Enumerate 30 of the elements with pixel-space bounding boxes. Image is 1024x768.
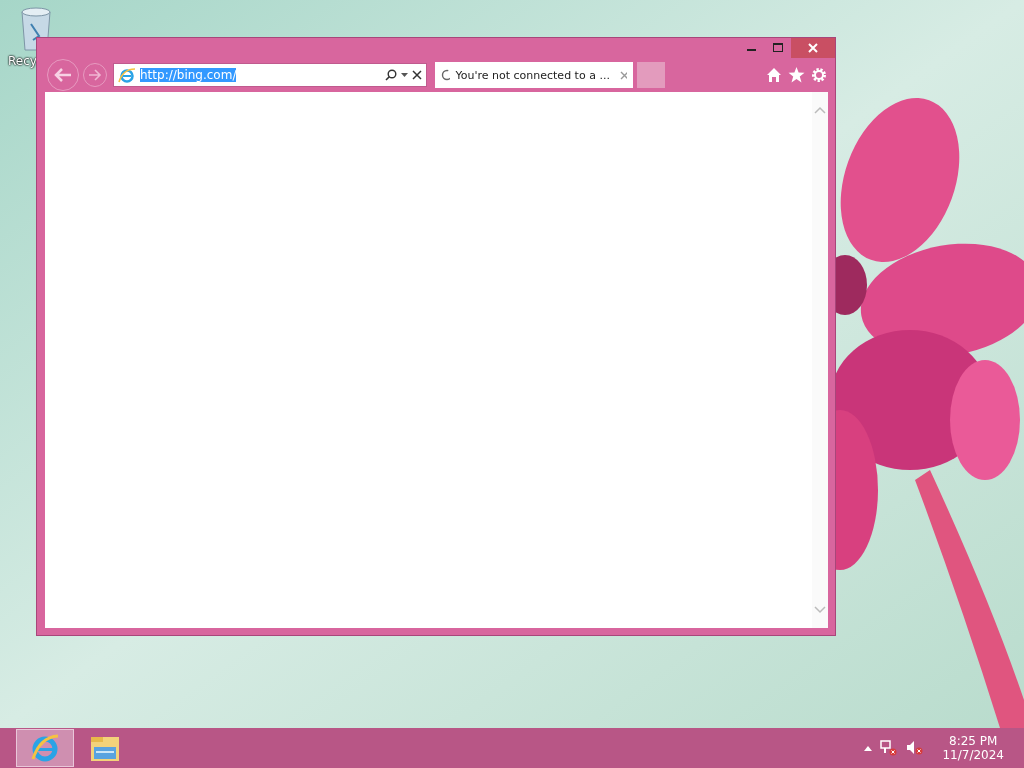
close-tab-icon[interactable]	[619, 70, 627, 80]
stop-icon[interactable]	[412, 70, 422, 80]
back-arrow-icon	[53, 67, 73, 83]
taskbar-button[interactable]	[16, 729, 74, 767]
forward-button[interactable]	[83, 63, 107, 87]
settings-icon[interactable]	[811, 67, 827, 83]
browser-icon	[30, 733, 60, 763]
loading-icon	[441, 69, 451, 81]
desktop-icon-label: Recy	[8, 54, 37, 68]
close-icon	[808, 43, 818, 53]
address-bar[interactable]: http://bing.com/	[113, 63, 427, 87]
speaker-muted-icon[interactable]	[906, 740, 925, 756]
dropdown-icon[interactable]	[401, 73, 408, 77]
browser-tab[interactable]: You're not connected to a ...	[435, 62, 633, 88]
tab-title: You're not connected to a ...	[455, 68, 610, 82]
home-icon[interactable]	[766, 67, 782, 83]
clock-date[interactable]: 11/7/2024	[942, 748, 1004, 762]
scroll-down-icon[interactable]	[814, 606, 826, 614]
address-text: http://bing.com/	[140, 68, 237, 82]
scroll-up-icon[interactable]	[814, 106, 826, 114]
forward-arrow-icon	[88, 69, 102, 81]
favorites-star-icon[interactable]	[788, 67, 805, 83]
search-icon[interactable]	[385, 69, 397, 81]
back-button[interactable]	[47, 59, 79, 91]
close-button[interactable]	[791, 38, 835, 58]
network-icon[interactable]	[880, 740, 899, 756]
clock-time[interactable]: 8:25 PM	[949, 734, 998, 748]
site-icon	[118, 67, 136, 83]
show-hidden-icons-arrow-icon[interactable]	[864, 745, 873, 751]
maximize-icon	[773, 43, 783, 53]
